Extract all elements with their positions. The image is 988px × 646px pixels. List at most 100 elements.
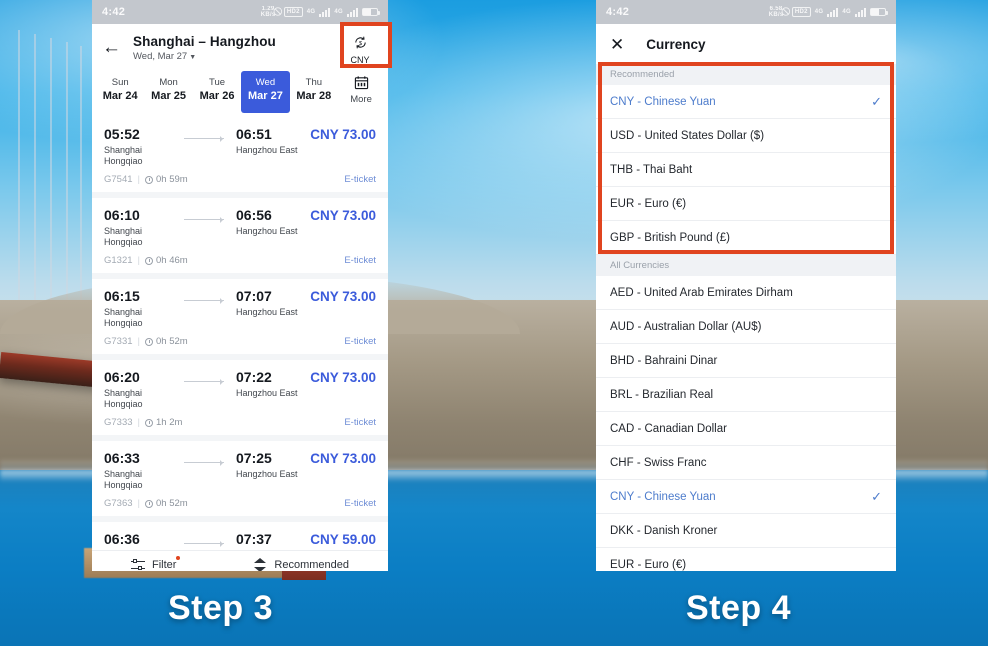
- train-card[interactable]: 06:15Shanghai Hongqiao07:07Hangzhou East…: [92, 279, 388, 354]
- date-day-of-week: Sun: [96, 76, 144, 89]
- train-list-inner: 05:52Shanghai Hongqiao06:51Hangzhou East…: [92, 117, 388, 571]
- check-icon: ✓: [871, 490, 882, 503]
- eticket-label: E-ticket: [344, 174, 376, 185]
- currency-row[interactable]: DKK - Danish Kroner: [596, 514, 896, 548]
- currency-label: DKK - Danish Kroner: [610, 525, 717, 537]
- battery-icon: [870, 8, 886, 16]
- currency-row[interactable]: AED - United Arab Emirates Dirham: [596, 276, 896, 310]
- duration-text: 0h 52m: [156, 336, 188, 347]
- route-arrow-icon: [184, 215, 230, 225]
- train-duration: 0h 52m: [145, 336, 188, 347]
- right-statusbar: 4:42 6.58 KB/s ⃠ HD2 4G 4G: [596, 0, 896, 24]
- eticket-label: E-ticket: [344, 417, 376, 428]
- route-block[interactable]: Shanghai – Hangzhou Wed, Mar 27▼: [133, 33, 340, 62]
- recommended-currency-row[interactable]: THB - Thai Baht: [596, 153, 896, 187]
- train-card[interactable]: 06:10Shanghai Hongqiao06:56Hangzhou East…: [92, 198, 388, 273]
- date-selector[interactable]: SunMar 24MonMar 25TueMar 26WedMar 27ThuM…: [92, 71, 388, 117]
- date-cell-mar-27[interactable]: WedMar 27: [241, 71, 289, 113]
- hd-icon: HD2: [792, 7, 811, 17]
- currency-label: EUR - Euro (€): [610, 559, 686, 571]
- currency-list[interactable]: Recommended CNY - Chinese Yuan✓USD - Uni…: [596, 64, 896, 571]
- filter-icon: [131, 559, 145, 571]
- separator: |: [138, 498, 140, 509]
- currency-button[interactable]: $ CNY: [340, 33, 380, 65]
- filter-badge-dot: [176, 556, 180, 560]
- date-more-button[interactable]: More: [338, 71, 384, 113]
- train-price: CNY 73.00: [310, 288, 376, 305]
- date-cell-mar-28[interactable]: ThuMar 28: [290, 71, 338, 113]
- eticket-label: E-ticket: [344, 498, 376, 509]
- train-card-top: 06:20Shanghai Hongqiao 07:22Hangzhou East…: [104, 369, 376, 410]
- departure-block: 06:20Shanghai Hongqiao: [104, 369, 178, 410]
- route-title: Shanghai – Hangzhou: [133, 34, 340, 49]
- train-duration: 0h 52m: [145, 498, 188, 509]
- recommended-currency-row[interactable]: USD - United States Dollar ($): [596, 119, 896, 153]
- train-price: CNY 73.00: [310, 450, 376, 467]
- signal-label-2-icon: 4G: [334, 9, 343, 15]
- train-list[interactable]: 05:52Shanghai Hongqiao06:51Hangzhou East…: [92, 117, 388, 571]
- date-day-number: Mar 27: [241, 89, 289, 104]
- back-arrow-icon[interactable]: ←: [102, 38, 121, 57]
- statusbar-time: 4:42: [102, 6, 125, 18]
- close-icon[interactable]: ✕: [610, 36, 624, 53]
- recommended-currency-row[interactable]: GBP - British Pound (£): [596, 221, 896, 255]
- currency-label: CNY - Chinese Yuan: [610, 96, 716, 108]
- currency-row[interactable]: CAD - Canadian Dollar: [596, 412, 896, 446]
- signal-bars-2-icon: [855, 8, 866, 17]
- date-cell-mar-24[interactable]: SunMar 24: [96, 71, 144, 113]
- date-day-number: Mar 28: [290, 89, 338, 104]
- separator: |: [138, 336, 140, 347]
- departure-time: 06:20: [104, 369, 178, 386]
- bridge-cable: [18, 30, 20, 330]
- train-card[interactable]: 06:20Shanghai Hongqiao 07:22Hangzhou East…: [92, 360, 388, 435]
- arrival-station: Hangzhou East: [236, 226, 310, 237]
- arrival-block: 06:56Hangzhou East: [236, 207, 310, 237]
- signal-bars-1-icon: [827, 8, 838, 17]
- currency-row[interactable]: AUD - Australian Dollar (AU$): [596, 310, 896, 344]
- arrival-block: 07:25Hangzhou East: [236, 450, 310, 480]
- clock-icon: [145, 419, 153, 427]
- clock-icon: [145, 176, 153, 184]
- currency-label: EUR - Euro (€): [610, 198, 686, 210]
- currency-row[interactable]: BRL - Brazilian Real: [596, 378, 896, 412]
- currency-row[interactable]: BHD - Bahraini Dinar: [596, 344, 896, 378]
- currency-row[interactable]: EUR - Euro (€): [596, 548, 896, 571]
- arrival-block: 06:51Hangzhou East: [236, 126, 310, 156]
- train-card-top: 06:33Shanghai Hongqiao07:25Hangzhou East…: [104, 450, 376, 491]
- train-number: G7363: [104, 498, 133, 509]
- train-card[interactable]: 06:33Shanghai Hongqiao07:25Hangzhou East…: [92, 441, 388, 516]
- route-date[interactable]: Wed, Mar 27▼: [133, 51, 340, 62]
- currency-label: GBP - British Pound (£): [610, 232, 730, 244]
- arrival-block: 07:22Hangzhou East: [236, 369, 310, 399]
- currency-label: BHD - Bahraini Dinar: [610, 355, 717, 367]
- clock-icon: [145, 338, 153, 346]
- train-card[interactable]: 05:52Shanghai Hongqiao06:51Hangzhou East…: [92, 117, 388, 192]
- arrival-block: 07:07Hangzhou East: [236, 288, 310, 318]
- currency-label: AUD - Australian Dollar (AU$): [610, 321, 761, 333]
- train-card-bottom: G7363 | 0h 52m E-ticket: [104, 498, 376, 509]
- separator: |: [138, 255, 140, 266]
- filter-button[interactable]: Filter: [131, 559, 176, 571]
- train-card-top: 06:15Shanghai Hongqiao07:07Hangzhou East…: [104, 288, 376, 329]
- train-card-top: 05:52Shanghai Hongqiao06:51Hangzhou East…: [104, 126, 376, 167]
- train-number: G7331: [104, 336, 133, 347]
- arrival-time: 07:22: [236, 369, 310, 386]
- date-cell-mar-25[interactable]: MonMar 25: [144, 71, 192, 113]
- eticket-label: E-ticket: [344, 255, 376, 266]
- currency-row[interactable]: CNY - Chinese Yuan✓: [596, 480, 896, 514]
- recommended-currency-row[interactable]: EUR - Euro (€): [596, 187, 896, 221]
- arrival-station: Hangzhou East: [236, 145, 310, 156]
- all-currency-list[interactable]: AED - United Arab Emirates Dirham AUD - A…: [596, 276, 896, 571]
- signal-bars-1-icon: [319, 8, 330, 17]
- currency-row[interactable]: CHF - Swiss Franc: [596, 446, 896, 480]
- date-cell-mar-26[interactable]: TueMar 26: [193, 71, 241, 113]
- check-icon: ✓: [871, 95, 882, 108]
- route-arrow-icon: [184, 296, 230, 306]
- currency-exchange-svg: $: [353, 35, 368, 50]
- train-price: CNY 59.00: [310, 531, 376, 548]
- recommended-currency-row[interactable]: CNY - Chinese Yuan ✓: [596, 85, 896, 119]
- sort-button[interactable]: Recommended: [254, 558, 349, 572]
- eticket-label: E-ticket: [344, 336, 376, 347]
- departure-time: 06:33: [104, 450, 178, 467]
- recommended-currency-list[interactable]: CNY - Chinese Yuan ✓ USD - United States D…: [596, 85, 896, 255]
